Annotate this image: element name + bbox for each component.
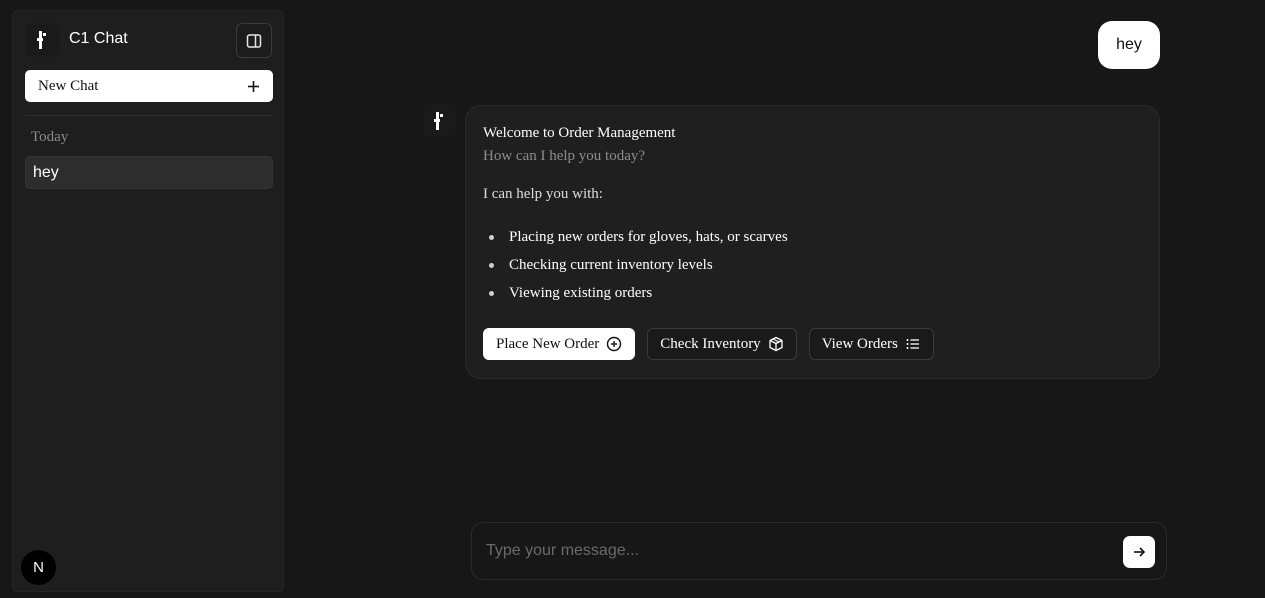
check-inventory-button[interactable]: Check Inventory xyxy=(647,328,797,360)
card-title: Welcome to Order Management xyxy=(483,125,676,141)
plus-icon xyxy=(248,80,259,92)
avatar-letter: N xyxy=(33,559,44,576)
history-section-label: Today xyxy=(31,129,69,145)
place-new-order-label: Place New Order xyxy=(496,335,600,352)
history-item[interactable]: hey xyxy=(25,156,273,189)
new-chat-button[interactable]: New Chat xyxy=(25,70,273,102)
avatar[interactable]: N xyxy=(21,550,56,585)
list-item: Viewing existing orders xyxy=(483,280,788,308)
new-chat-label: New Chat xyxy=(38,77,99,94)
list-item: Checking current inventory levels xyxy=(483,252,788,280)
capability-list: Placing new orders for gloves, hats, or … xyxy=(483,224,788,308)
assistant-avatar-icon xyxy=(423,104,456,137)
card-intro: I can help you with: xyxy=(483,186,603,202)
panel-icon xyxy=(246,33,262,48)
brand-logo-icon xyxy=(26,23,60,57)
assistant-message-card: Welcome to Order Management How can I he… xyxy=(465,105,1160,379)
send-button[interactable] xyxy=(1123,536,1155,568)
box-icon xyxy=(769,336,783,352)
arrow-right-icon xyxy=(1134,547,1146,557)
card-subtitle: How can I help you today? xyxy=(483,148,646,164)
message-composer xyxy=(471,522,1167,580)
check-inventory-label: Check Inventory xyxy=(660,335,761,352)
list-item: Placing new orders for gloves, hats, or … xyxy=(483,224,788,252)
list-icon xyxy=(906,339,919,349)
brand-title: C1 Chat xyxy=(69,30,128,47)
sidebar-divider xyxy=(25,115,273,116)
action-buttons: Place New Order Check Inventory View Ord… xyxy=(483,328,934,360)
sidebar: C1 Chat New Chat Today hey N xyxy=(12,10,284,592)
user-message-text: hey xyxy=(1116,36,1142,53)
view-orders-button[interactable]: View Orders xyxy=(808,328,934,360)
user-message-bubble: hey xyxy=(1098,21,1160,69)
message-input[interactable] xyxy=(484,537,1104,565)
view-orders-label: View Orders xyxy=(821,335,898,352)
place-new-order-button[interactable]: Place New Order xyxy=(483,328,636,360)
plus-circle-icon xyxy=(607,336,622,352)
sidebar-toggle-button[interactable] xyxy=(236,23,272,58)
history-item-label: hey xyxy=(33,163,59,181)
